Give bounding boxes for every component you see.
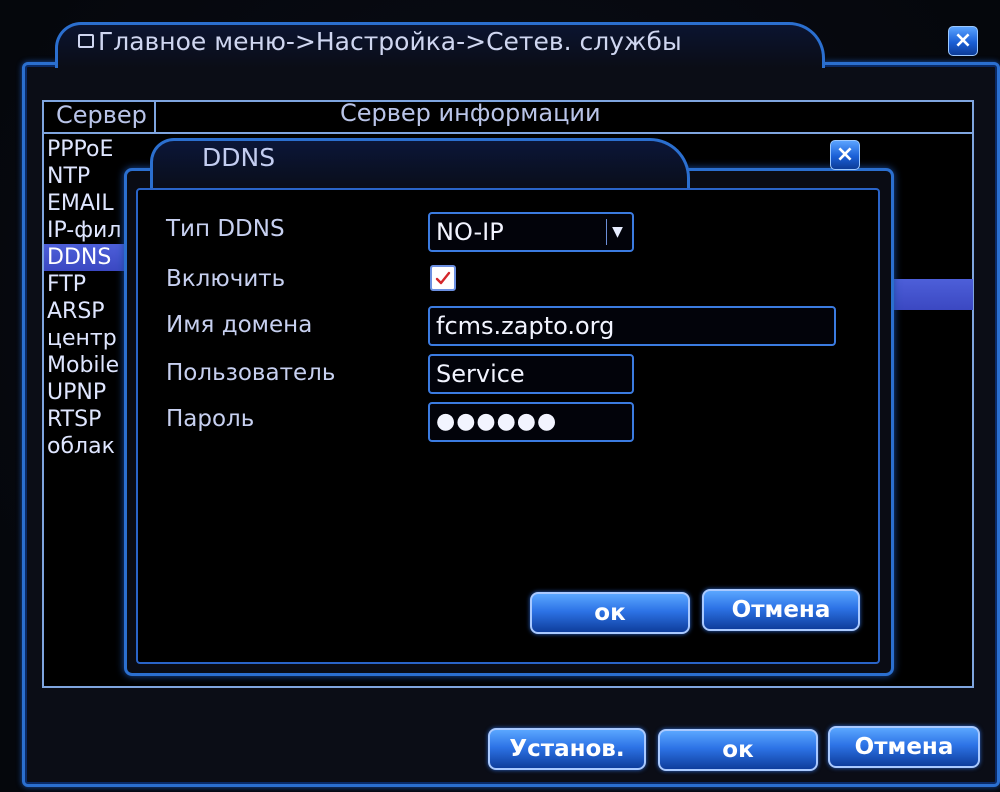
header-server: Сервер xyxy=(56,101,147,129)
server-list-item[interactable]: облак xyxy=(44,433,134,460)
user-label: Пользователь xyxy=(166,360,336,386)
domain-label: Имя домена xyxy=(166,312,313,338)
ddns-type-value: NO-IP xyxy=(436,218,504,246)
user-input[interactable]: Service xyxy=(428,354,634,394)
server-list-item[interactable]: центр xyxy=(44,325,134,352)
checkmark-icon xyxy=(435,271,451,285)
server-list-item[interactable]: EMAIL xyxy=(44,190,134,217)
dropdown-arrow-icon: ▼ xyxy=(606,219,628,245)
server-list-item[interactable]: FTP xyxy=(44,271,134,298)
selected-row-highlight xyxy=(885,279,973,310)
set-button[interactable]: Установ. xyxy=(488,728,646,770)
close-icon: × xyxy=(953,28,973,53)
server-list-item[interactable]: DDNS xyxy=(44,244,134,271)
dvr-screen: Главное меню->Настройка->Сетев. службы ×… xyxy=(0,0,1000,792)
server-list-item[interactable]: ARSP xyxy=(44,298,134,325)
password-input[interactable]: ●●●●●● xyxy=(428,402,634,442)
ddns-ok-button[interactable]: ок xyxy=(530,592,690,634)
server-list-item[interactable]: IP-фил xyxy=(44,217,134,244)
enable-checkbox[interactable] xyxy=(430,265,456,291)
main-ok-button[interactable]: ок xyxy=(658,729,818,771)
server-list-item[interactable]: NTP xyxy=(44,163,134,190)
ddns-dialog-title: DDNS xyxy=(202,143,276,172)
server-list-item[interactable]: UPNP xyxy=(44,379,134,406)
domain-input[interactable]: fcms.zapto.org xyxy=(428,306,836,346)
enable-label: Включить xyxy=(166,266,286,292)
ddns-close-button[interactable]: × xyxy=(830,140,860,170)
ddns-cancel-button[interactable]: Отмена xyxy=(702,589,860,631)
window-icon xyxy=(78,34,94,48)
ddns-type-select[interactable]: NO-IP ▼ xyxy=(428,212,634,252)
server-list-item[interactable]: Mobile xyxy=(44,352,134,379)
server-list-item[interactable]: RTSP xyxy=(44,406,134,433)
main-cancel-button[interactable]: Отмена xyxy=(828,726,980,768)
main-close-button[interactable]: × xyxy=(948,26,978,56)
close-icon: × xyxy=(835,142,855,167)
password-label: Пароль xyxy=(166,406,255,432)
main-window-title: Главное меню->Настройка->Сетев. службы xyxy=(78,27,682,56)
main-title-text: Главное меню->Настройка->Сетев. службы xyxy=(98,27,682,56)
header-server-info: Сервер информации xyxy=(340,99,601,127)
server-list-item[interactable]: PPPoE xyxy=(44,136,134,163)
server-list: PPPoE NTP EMAIL IP-фил DDNS FTP ARSP центр Mobil… xyxy=(44,136,134,460)
ddns-type-label: Тип DDNS xyxy=(166,216,285,242)
